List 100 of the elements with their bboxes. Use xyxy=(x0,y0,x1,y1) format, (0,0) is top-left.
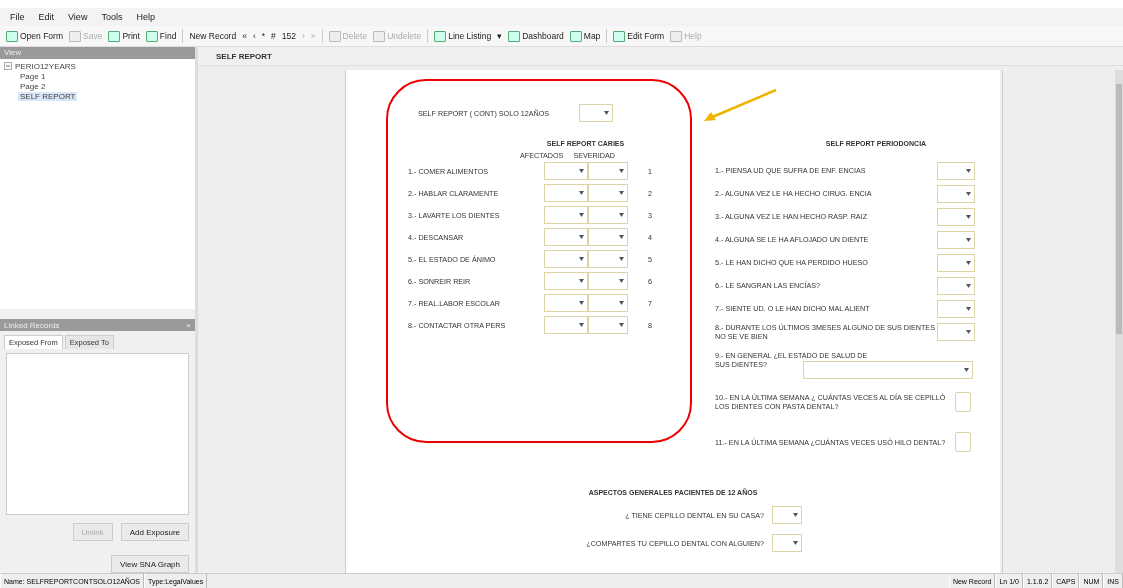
dropdown-field[interactable] xyxy=(937,230,975,249)
nav-button[interactable]: ‹ xyxy=(252,31,256,41)
caret-icon xyxy=(966,260,971,265)
tool-icon xyxy=(613,30,626,42)
tool-icon xyxy=(6,30,18,42)
dropdown-field[interactable] xyxy=(588,250,628,268)
caret-icon xyxy=(579,191,584,195)
graph-button[interactable]: View SNA Graph xyxy=(111,555,189,573)
nav-button[interactable]: « xyxy=(242,31,247,41)
caret-icon xyxy=(579,301,584,305)
caret-icon xyxy=(966,283,971,288)
caret-icon xyxy=(966,168,971,173)
dropdown-field[interactable] xyxy=(588,294,628,312)
dropdown-field[interactable] xyxy=(588,184,628,202)
input-field[interactable] xyxy=(955,392,971,412)
caret-icon xyxy=(579,279,584,283)
dropdown-field[interactable] xyxy=(544,162,588,180)
input-field[interactable] xyxy=(955,432,971,452)
menu-item[interactable]: File xyxy=(10,12,25,22)
menu-item[interactable]: View xyxy=(68,12,88,22)
caret-icon xyxy=(966,329,971,334)
nav-button[interactable]: ▾ xyxy=(497,31,503,41)
panel-button[interactable]: Add Exposure xyxy=(120,523,189,541)
nav-button[interactable]: * xyxy=(261,31,266,41)
dropdown-field[interactable] xyxy=(772,506,802,524)
caret-icon xyxy=(793,541,798,545)
caret-icon xyxy=(579,257,584,261)
caret-icon xyxy=(604,111,610,115)
caret-icon xyxy=(579,323,584,327)
dropdown-field[interactable] xyxy=(803,361,973,379)
toolbar-button[interactable]: Print xyxy=(108,30,140,42)
collapse-icon[interactable] xyxy=(4,62,12,71)
tree-item[interactable]: Page 2 xyxy=(18,81,48,91)
dropdown-field[interactable] xyxy=(588,162,628,180)
tree-item[interactable]: Page 1 xyxy=(18,71,48,81)
dropdown-field[interactable] xyxy=(772,534,802,552)
tool-icon xyxy=(569,30,582,42)
dropdown-field[interactable] xyxy=(937,253,975,272)
dropdown-field[interactable] xyxy=(544,206,588,224)
caret-icon xyxy=(619,235,624,239)
list-box[interactable] xyxy=(6,353,189,515)
toolbar-text: New Record xyxy=(189,31,237,41)
tool-icon xyxy=(145,30,158,42)
tree-item[interactable]: PERIO12YEARS xyxy=(15,61,76,71)
dropdown-field[interactable] xyxy=(588,228,628,246)
toolbar-button[interactable]: Map xyxy=(569,30,601,42)
dropdown-field[interactable] xyxy=(544,316,588,334)
tool-icon xyxy=(508,30,521,42)
toolbar-button[interactable]: Open Form xyxy=(6,30,63,42)
caret-icon xyxy=(619,169,624,173)
dropdown-field[interactable] xyxy=(937,184,975,203)
dropdown-field[interactable] xyxy=(937,322,975,341)
tool-icon xyxy=(108,30,121,42)
caret-icon xyxy=(793,513,798,517)
caret-icon xyxy=(579,213,584,217)
dropdown-field[interactable] xyxy=(579,104,614,122)
tool-icon xyxy=(328,30,341,42)
caret-icon xyxy=(619,257,624,261)
caret-icon xyxy=(619,279,624,283)
dropdown-field[interactable] xyxy=(937,299,975,318)
dropdown-field[interactable] xyxy=(544,250,588,268)
dropdown-field[interactable] xyxy=(544,294,588,312)
caret-icon xyxy=(964,368,969,372)
caret-icon xyxy=(619,301,624,305)
tool-icon xyxy=(69,30,81,42)
dropdown-field[interactable] xyxy=(937,207,975,226)
scrollbar[interactable] xyxy=(1115,70,1123,573)
caret-icon xyxy=(619,213,624,217)
menu-item[interactable]: Edit xyxy=(38,12,55,22)
nav-button[interactable]: # xyxy=(271,31,276,41)
menu-item[interactable]: Tools xyxy=(101,12,123,22)
caret-icon xyxy=(966,191,971,196)
caret-icon xyxy=(579,235,584,239)
dropdown-field[interactable] xyxy=(588,206,628,224)
dropdown-field[interactable] xyxy=(588,272,628,290)
toolbar-button[interactable]: Dashboard xyxy=(508,30,564,42)
tool-icon xyxy=(373,30,386,42)
panel-title: Linked Records xyxy=(4,320,60,330)
caret-icon xyxy=(966,306,971,311)
dropdown-field[interactable] xyxy=(937,161,975,180)
caret-icon xyxy=(619,191,624,195)
dropdown-field[interactable] xyxy=(544,272,588,290)
dropdown-field[interactable] xyxy=(588,316,628,334)
toolbar-button[interactable]: Line Listing xyxy=(434,30,492,42)
caret-icon xyxy=(619,323,624,327)
caret-icon xyxy=(966,214,971,219)
tool-icon xyxy=(670,30,683,42)
menu-item[interactable]: Help xyxy=(136,12,155,22)
toolbar-button[interactable]: Edit Form xyxy=(613,30,665,42)
toolbar-button[interactable]: Find xyxy=(145,30,177,42)
caret-icon xyxy=(966,237,971,242)
dropdown-field[interactable] xyxy=(544,228,588,246)
tree-item[interactable]: SELF REPORT xyxy=(18,91,78,101)
page-tab[interactable]: SELF REPORT xyxy=(216,51,272,61)
dropdown-field[interactable] xyxy=(937,276,975,295)
dropdown-field[interactable] xyxy=(544,184,588,202)
caret-icon xyxy=(579,169,584,173)
tool-icon xyxy=(434,30,447,42)
panel-header: View xyxy=(0,47,195,59)
scroll-thumb[interactable] xyxy=(1116,84,1122,334)
